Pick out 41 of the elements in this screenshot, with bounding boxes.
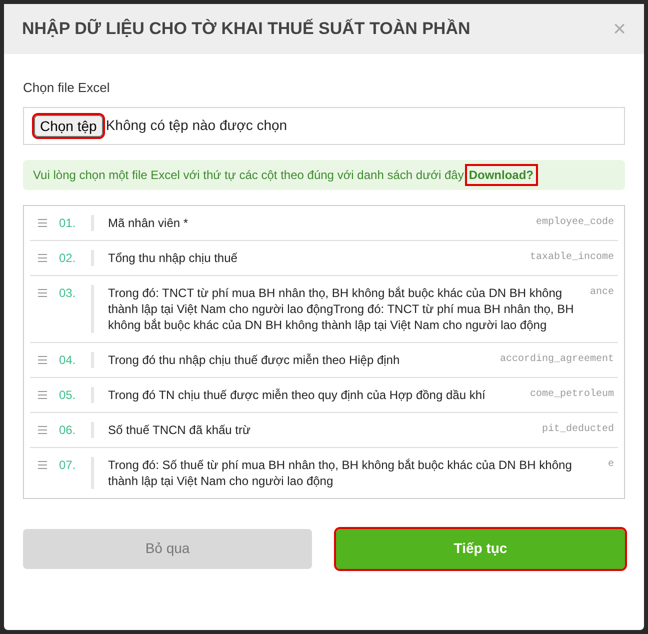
- notice-text: Vui lòng chọn một file Excel với thứ tự các cột theo đúng với danh sách dưới đây: [33, 166, 464, 184]
- drag-handle-icon[interactable]: [38, 460, 47, 468]
- drag-handle-icon[interactable]: [38, 356, 47, 364]
- column-code: e: [606, 458, 615, 472]
- drag-handle-icon[interactable]: [38, 254, 47, 262]
- column-code: according_agreement: [498, 352, 615, 366]
- column-label: Trong đó: Số thuế từ phí mua BH nhân thọ, BH không bắt buộc khác của DN BH không thành lập tại Việt Nam cho người lao động: [108, 456, 573, 488]
- file-input-field[interactable]: Chọn tệp Không có tệp nào được chọn: [23, 106, 625, 144]
- column-row[interactable]: 04. Trong đó thu nhập chịu thuế được miễn theo Hiệp định according_agreement: [30, 342, 618, 376]
- dialog-title: NHẬP DỮ LIỆU CHO TỜ KHAI THUẾ SUẤT TOÀN PHẦN: [22, 18, 470, 40]
- column-label: Mã nhân viên *: [108, 214, 190, 230]
- download-link[interactable]: Download?: [466, 166, 536, 184]
- column-row[interactable]: 02. Tổng thu nhập chịu thuế taxable_income: [30, 240, 618, 274]
- column-number: 03.: [58, 284, 77, 300]
- column-number: 01.: [58, 214, 77, 230]
- field-label: Chọn file Excel: [23, 79, 111, 97]
- column-label: Trong đó: TNCT từ phí mua BH nhân thọ, BH không bắt buộc khác của DN BH không thành lập tại Việt Nam cho người lao độngTrong đó: TNCT từ phí mua BH nhân thọ, BH không bắt buộc khác của DN BH không thành lập tại Việt Nam cho người lao động: [108, 284, 575, 332]
- column-code: employee_code: [534, 216, 615, 230]
- drag-handle-icon[interactable]: [38, 426, 47, 434]
- column-number: 04.: [58, 352, 77, 368]
- file-status-text: Không có tệp nào được chọn: [106, 116, 288, 135]
- column-row[interactable]: 05. Trong đó TN chịu thuế được miễn theo quy định của Hợp đồng dầu khí come_petroleum: [30, 376, 618, 412]
- drag-handle-icon[interactable]: [38, 218, 47, 226]
- column-code: come_petroleum: [528, 388, 615, 402]
- column-label: Trong đó TN chịu thuế được miễn theo quy định của Hợp đồng dầu khí: [108, 386, 486, 402]
- column-number: 05.: [58, 386, 77, 402]
- column-code: pit_deducted: [540, 422, 615, 436]
- drag-handle-icon[interactable]: [38, 390, 47, 398]
- column-label: Trong đó thu nhập chịu thuế được miễn theo Hiệp định: [108, 352, 401, 368]
- column-label: Số thuế TNCN đã khấu trừ: [108, 422, 252, 438]
- column-number: 06.: [58, 422, 77, 438]
- column-label: Tổng thu nhập chịu thuế: [108, 250, 238, 266]
- choose-file-button[interactable]: Chọn tệp: [34, 114, 103, 136]
- column-code: taxable_income: [528, 250, 615, 264]
- drag-handle-icon[interactable]: [38, 288, 47, 296]
- column-number: 02.: [58, 250, 77, 266]
- column-row[interactable]: 06. Số thuế TNCN đã khấu trừ pit_deducted: [30, 412, 618, 446]
- column-row[interactable]: 01. Mã nhân viên * employee_code: [30, 206, 618, 240]
- column-number: 07.: [58, 456, 77, 472]
- column-code: ance: [588, 286, 615, 300]
- column-row[interactable]: 07. Trong đó: Số thuế từ phí mua BH nhân thọ, BH không bắt buộc khác của DN BH không thành lập tại Việt Nam cho người lao động e: [30, 446, 618, 498]
